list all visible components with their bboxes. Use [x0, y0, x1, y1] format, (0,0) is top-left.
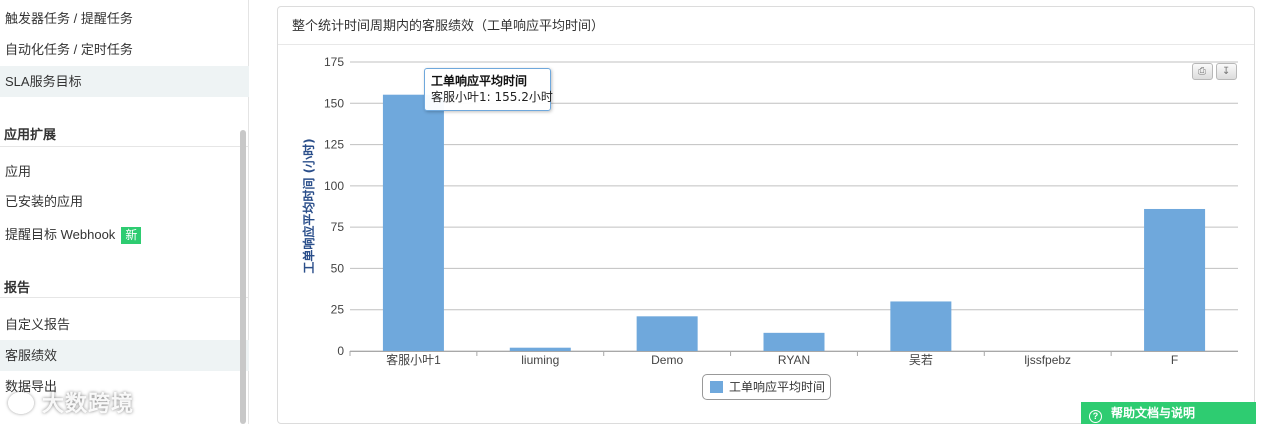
- legend-swatch: [710, 381, 723, 393]
- print-button[interactable]: ⎙: [1192, 63, 1213, 80]
- tooltip-value: 客服小叶1: 155.2小时: [431, 90, 553, 104]
- bar[interactable]: [509, 347, 571, 351]
- y-tick-label: 175: [324, 55, 344, 69]
- bar[interactable]: [382, 94, 444, 351]
- bar-chart: 0 25 50 75 100 125 150 175 客服小叶1 liuming Demo RYAN 吴…: [301, 55, 1238, 367]
- bar[interactable]: [636, 316, 698, 351]
- x-tick-label: 吴若: [909, 353, 933, 367]
- y-tick-label: 50: [331, 261, 345, 275]
- y-tick-label: 75: [331, 220, 345, 234]
- export-button[interactable]: ↧: [1216, 63, 1237, 80]
- x-tick-label: liuming: [521, 353, 559, 367]
- bar[interactable]: [763, 332, 825, 351]
- bar[interactable]: [890, 301, 952, 351]
- chart-tooltip: 工单响应平均时间 客服小叶1: 155.2小时: [424, 68, 553, 111]
- download-icon: ↧: [1222, 66, 1231, 77]
- tooltip-title: 工单响应平均时间: [431, 74, 528, 88]
- question-circle-icon: ?: [1089, 410, 1102, 423]
- y-tick-label: 125: [324, 138, 344, 152]
- bar[interactable]: [1144, 208, 1206, 351]
- x-tick-label: RYAN: [778, 353, 810, 367]
- x-tick-label: 客服小叶1: [386, 352, 441, 367]
- y-tick-label: 150: [324, 96, 344, 110]
- print-icon: ⎙: [1198, 66, 1206, 77]
- x-tick-label: Demo: [651, 353, 683, 367]
- help-button[interactable]: ? 帮助文档与说明: [1081, 402, 1256, 424]
- x-tick-label: F: [1171, 353, 1178, 367]
- y-axis-title: 工单响应平均时间 (小时): [301, 138, 316, 273]
- y-tick-label: 25: [331, 303, 345, 317]
- y-tick-label: 0: [337, 344, 344, 358]
- legend-label: 工单响应平均时间: [729, 380, 826, 394]
- help-label: 帮助文档与说明: [1111, 406, 1196, 420]
- x-tick-label: ljssfpebz: [1024, 353, 1071, 367]
- chart-legend[interactable]: 工单响应平均时间: [702, 374, 831, 400]
- y-tick-label: 100: [324, 179, 344, 193]
